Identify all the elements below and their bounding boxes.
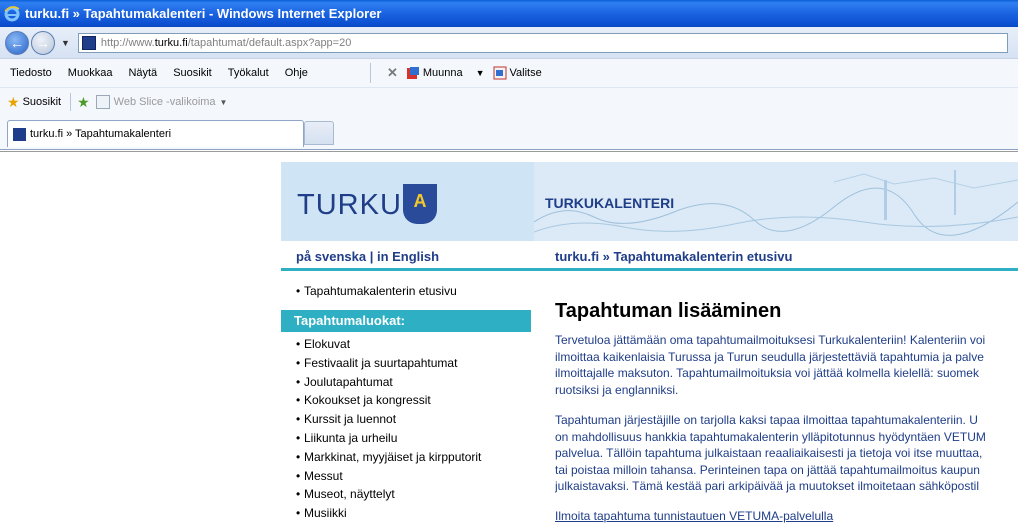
- category-item[interactable]: Kurssit ja luennot: [281, 410, 531, 429]
- menu-bar: Tiedosto Muokkaa Näytä Suosikit Työkalut…: [0, 58, 1018, 87]
- internet-explorer-icon: [4, 5, 20, 21]
- menu-tools[interactable]: Työkalut: [220, 67, 277, 79]
- add-favorite-icon[interactable]: ★: [77, 94, 90, 111]
- select-icon: [493, 66, 507, 80]
- valitse-label: Valitse: [509, 67, 542, 79]
- intro-line: ruotsiksi ja englanniksi.: [555, 382, 679, 397]
- intro-paragraph: Tervetuloa jättämään oma tapahtumailmoit…: [555, 332, 1018, 398]
- back-button[interactable]: ←: [5, 30, 29, 55]
- intro-line: ilmoittaa kaikenlaisia Turussa ja Turun …: [555, 349, 984, 364]
- menu-view[interactable]: Näytä: [120, 67, 165, 79]
- address-bar: ← → ▼ http://www. turku.fi/tapahtumat/def…: [0, 27, 1018, 58]
- options-line: julkaistavaksi. Tämä kestää pari arkipäi…: [555, 479, 979, 493]
- options-line: Tapahtuman järjestäjille on tarjolla kak…: [555, 413, 978, 427]
- site-banner: TURKU A TURKUKALENTERI: [281, 162, 1018, 241]
- breadcrumb[interactable]: turku.fi » Tapahtumakalenterin etusivu: [555, 249, 792, 264]
- categories-header: Tapahtumaluokat:: [281, 310, 531, 332]
- vetuma-link[interactable]: Ilmoita tapahtuma tunnistautuen VETUMA-p…: [555, 509, 833, 523]
- url-domain: turku.fi: [154, 36, 188, 49]
- forward-arrow-icon: →: [36, 34, 50, 51]
- history-dropdown-icon[interactable]: ▼: [61, 38, 70, 48]
- category-item[interactable]: Kokoukset ja kongressit: [281, 391, 531, 410]
- category-item[interactable]: Messut: [281, 467, 531, 486]
- back-arrow-icon: ←: [10, 34, 24, 51]
- category-item[interactable]: Museot, näyttelyt: [281, 485, 531, 504]
- calendar-home-link[interactable]: Tapahtumakalenterin etusivu: [281, 282, 531, 301]
- category-item[interactable]: Festivaalit ja suurtapahtumat: [281, 354, 531, 373]
- language-links[interactable]: på svenska | in English: [296, 249, 439, 264]
- tab-favicon-icon: [13, 127, 26, 141]
- site-nav-strip: på svenska | in English turku.fi » Tapah…: [281, 241, 1018, 271]
- turku-crest-icon: A: [403, 184, 437, 224]
- close-toolbar-icon[interactable]: ✕: [387, 65, 398, 81]
- options-paragraph: Tapahtuman järjestäjille on tarjolla kak…: [555, 412, 1018, 495]
- muunna-dropdown-icon[interactable]: ▼: [476, 68, 485, 78]
- menu-favorites[interactable]: Suosikit: [165, 67, 220, 79]
- url-path: /tapahtumat/default.aspx?app=20: [187, 36, 352, 49]
- options-line: palvelua. Tällöin tapahtuma julkaistaan …: [555, 446, 983, 460]
- convert-icon: [406, 67, 419, 79]
- url-prefix: http://www.: [100, 36, 155, 49]
- toolbar-separator: [369, 63, 371, 83]
- new-tab-button[interactable]: [304, 121, 334, 145]
- category-item[interactable]: Liikunta ja urheilu: [281, 429, 531, 448]
- intro-line: Tervetuloa jättämään oma tapahtumailmoit…: [555, 333, 986, 347]
- tab-active[interactable]: turku.fi » Tapahtumakalenteri: [7, 120, 304, 147]
- site-favicon-icon: [81, 35, 96, 50]
- favorites-star-icon: ★: [7, 93, 20, 110]
- intro-line: ilmoittajalle maksuton. Tapahtumailmoitu…: [555, 366, 979, 380]
- category-item[interactable]: Elokuvat: [281, 335, 531, 354]
- forward-button[interactable]: →: [31, 30, 55, 55]
- options-line: tai poistaa milloin tahansa. Perinteinen…: [555, 462, 980, 477]
- menu-file[interactable]: Tiedosto: [0, 67, 60, 79]
- muunna-button[interactable]: Muunna ▼: [406, 66, 485, 80]
- web-slice-icon: [95, 95, 110, 109]
- tab-title: turku.fi » Tapahtumakalenteri: [30, 128, 172, 140]
- valitse-button[interactable]: Valitse: [493, 66, 542, 80]
- calendar-label: TURKUKALENTERI: [545, 195, 675, 211]
- menu-edit[interactable]: Muokkaa: [60, 67, 121, 79]
- web-slice-dropdown-icon[interactable]: ▼: [220, 98, 228, 107]
- page-title: Tapahtuman lisääminen: [555, 300, 782, 322]
- window-title: turku.fi » Tapahtumakalenteri - Windows …: [25, 6, 382, 21]
- banner-skyline: TURKUKALENTERI: [534, 162, 1018, 241]
- turku-logo[interactable]: TURKU: [297, 189, 402, 222]
- category-item[interactable]: Musiikki: [281, 504, 531, 523]
- muunna-label: Muunna: [422, 67, 463, 79]
- main-content: Tapahtuman lisääminen Tervetuloa jättämä…: [555, 300, 1018, 523]
- category-item[interactable]: Markkinat, myyjäiset ja kirpputorit: [281, 448, 531, 467]
- window-titlebar: turku.fi » Tapahtumakalenteri - Windows …: [0, 0, 1018, 27]
- calendar-home-label: Tapahtumakalenterin etusivu: [304, 284, 457, 298]
- favorites-button[interactable]: Suosikit: [23, 96, 62, 108]
- tab-bar: turku.fi » Tapahtumakalenteri: [0, 116, 1018, 150]
- page-content: TURKU A TURKUKALENTERI på svenska | in E…: [0, 151, 1018, 525]
- menu-help[interactable]: Ohje: [277, 67, 316, 79]
- favorites-bar: ★ Suosikit ★ Web Slice -valikoima ▼: [0, 87, 1018, 116]
- left-navigation: Tapahtumakalenterin etusivu Tapahtumaluo…: [281, 282, 531, 523]
- url-input[interactable]: http://www. turku.fi/tapahtumat/default.a…: [77, 32, 1008, 53]
- options-line: on mahdollisuus hankkia tapahtumakalente…: [555, 429, 986, 444]
- web-slice-gallery[interactable]: Web Slice -valikoima: [114, 96, 216, 108]
- favbar-separator: [70, 93, 72, 111]
- category-item[interactable]: Joulutapahtumat: [281, 373, 531, 392]
